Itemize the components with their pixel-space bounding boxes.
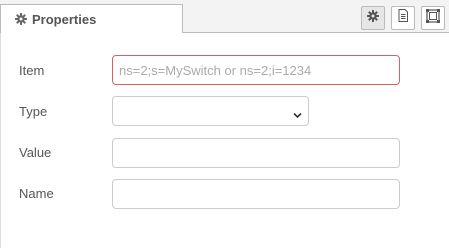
chevron-down-icon xyxy=(293,107,302,119)
type-label: Type xyxy=(19,104,48,119)
gear-icon xyxy=(15,13,27,25)
gear-icon xyxy=(367,9,379,27)
node-description-button[interactable] xyxy=(391,6,415,30)
value-input[interactable] xyxy=(112,138,400,168)
node-properties-button[interactable] xyxy=(361,6,385,30)
tab-bar: Properties xyxy=(0,0,449,33)
name-label: Name xyxy=(19,186,54,201)
tab-properties-label: Properties xyxy=(32,11,97,27)
value-label: Value xyxy=(19,145,52,160)
item-input[interactable] xyxy=(112,55,400,85)
type-select[interactable] xyxy=(112,96,309,126)
node-appearance-button[interactable] xyxy=(421,6,445,30)
name-input[interactable] xyxy=(112,179,400,209)
item-label: Item xyxy=(19,63,45,78)
frame-icon xyxy=(426,8,440,28)
document-icon xyxy=(397,9,409,27)
panel-border xyxy=(0,33,1,248)
tab-properties[interactable]: Properties xyxy=(0,4,183,33)
